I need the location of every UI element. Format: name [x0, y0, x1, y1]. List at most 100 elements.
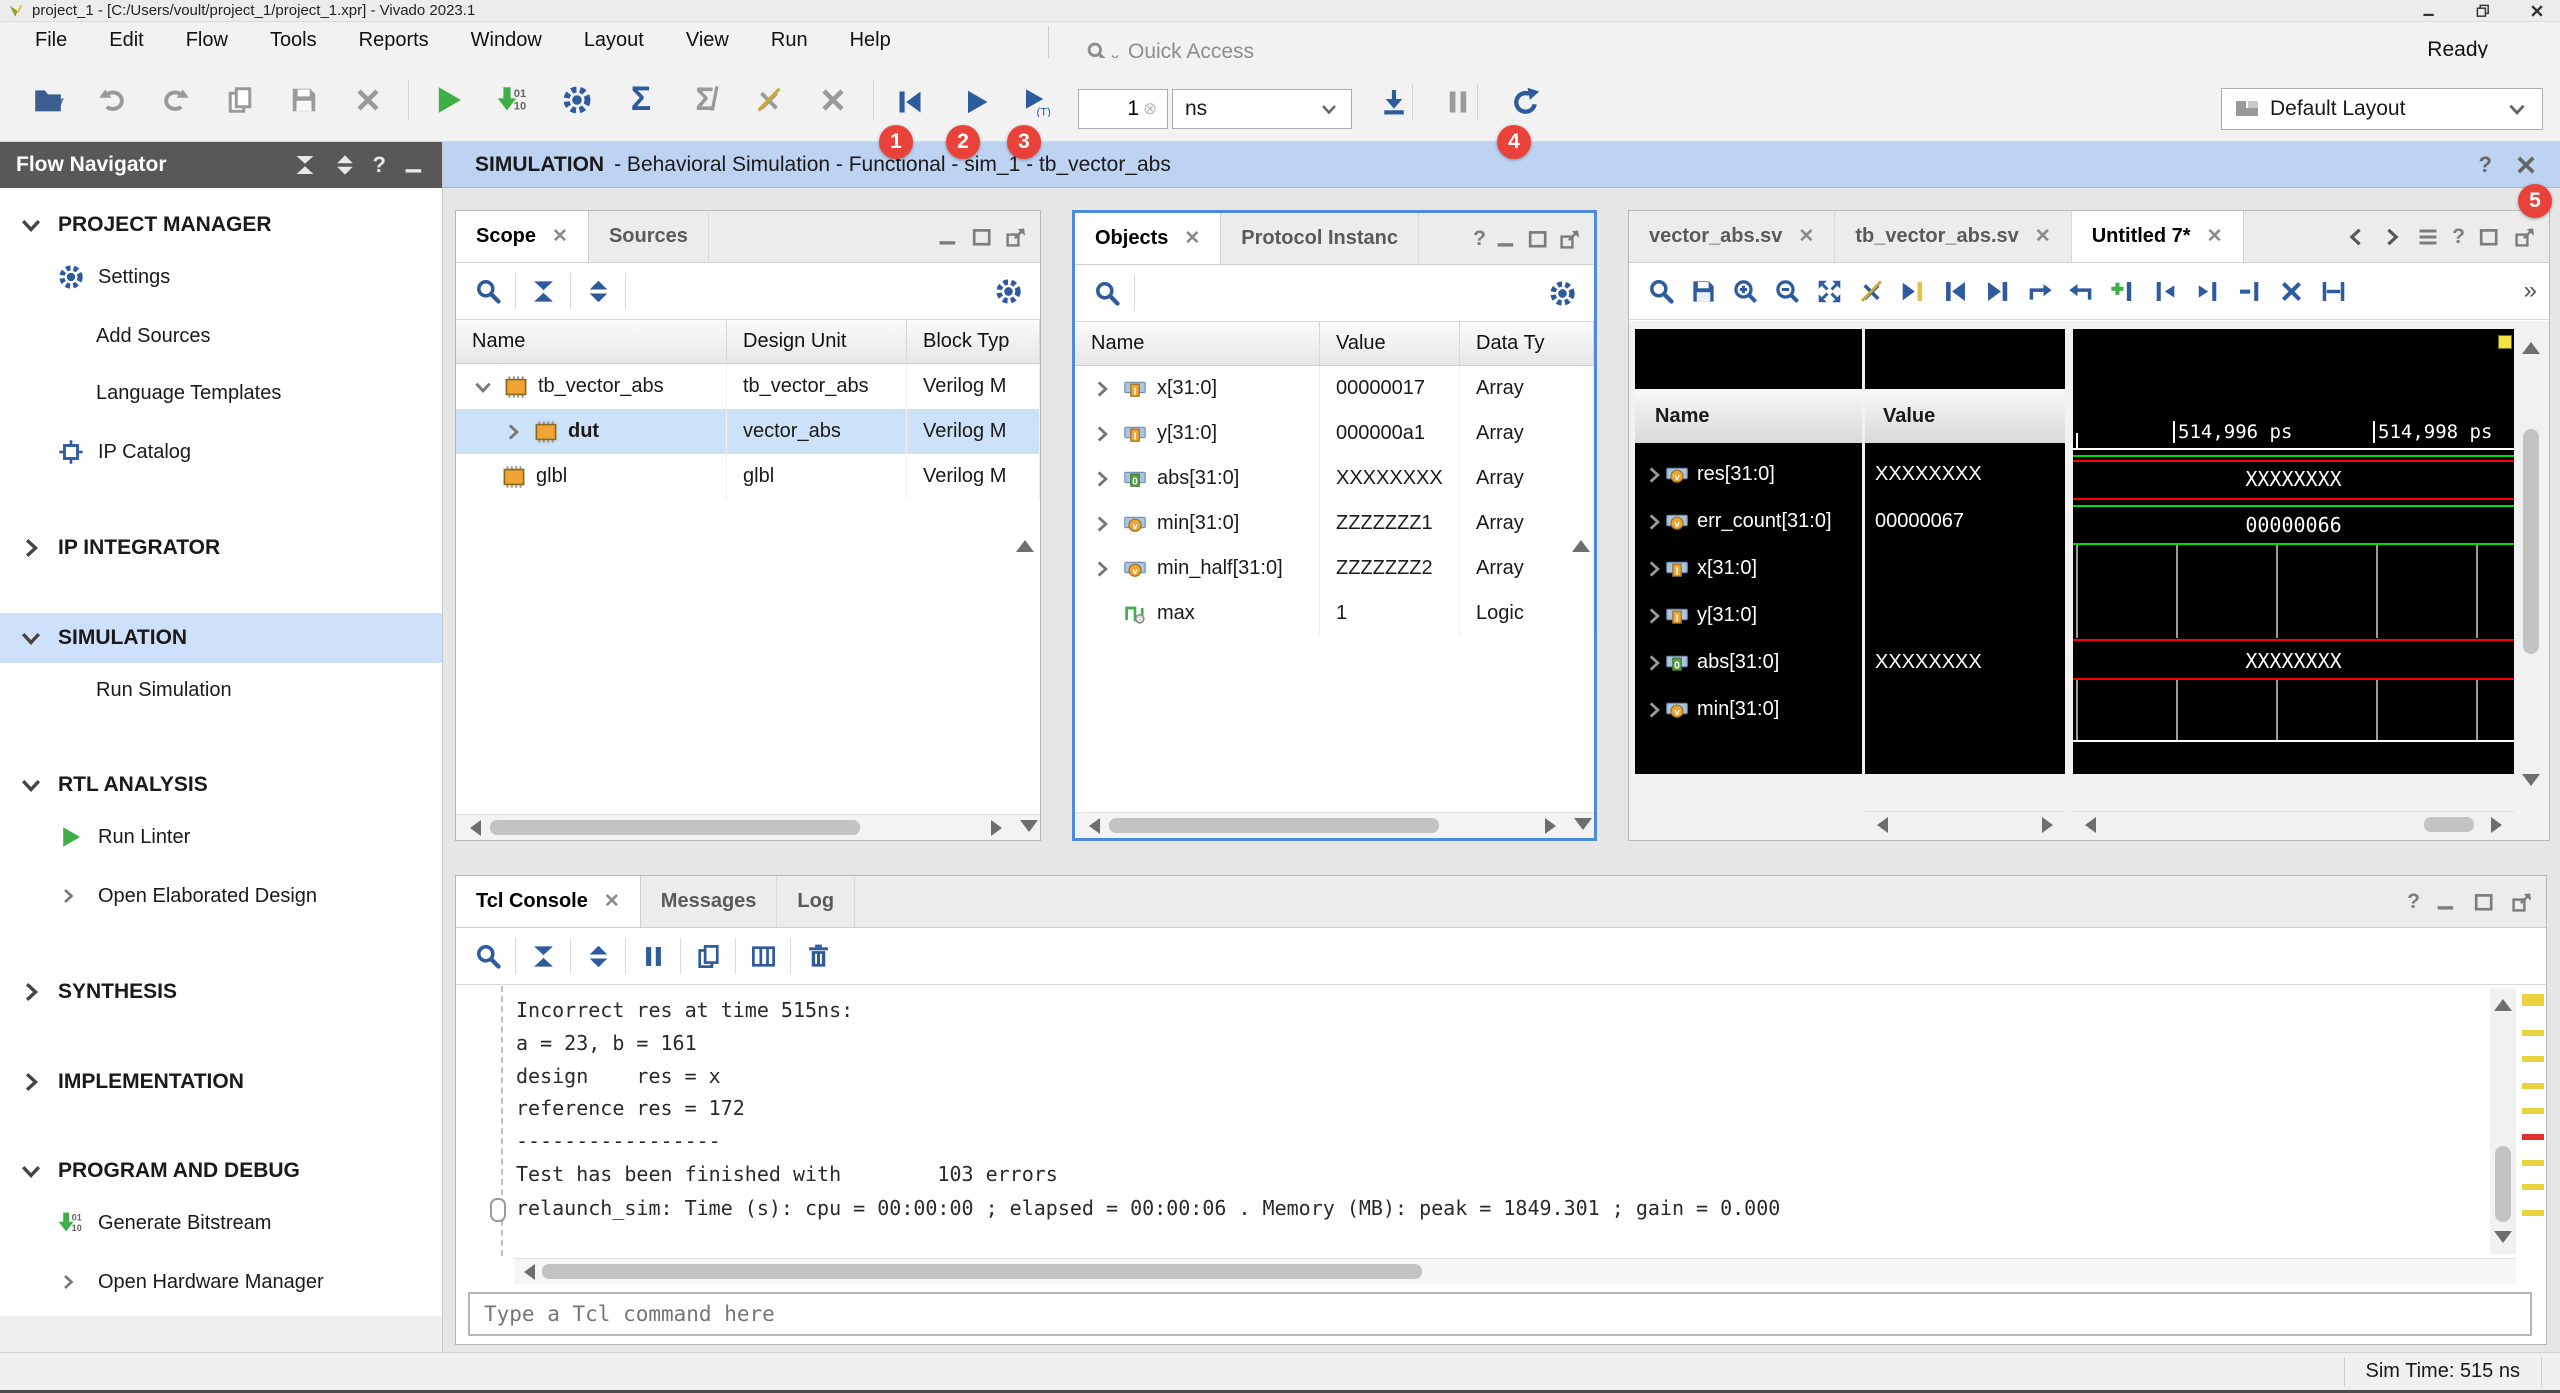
- float-icon[interactable]: [2513, 225, 2537, 249]
- expand-all-icon[interactable]: [578, 936, 618, 976]
- name-horizontal-scrollbar[interactable]: [1865, 811, 2065, 837]
- minimize-icon[interactable]: [936, 225, 960, 249]
- sim-step-button[interactable]: [1372, 80, 1416, 124]
- tab-objects[interactable]: Objects✕: [1075, 213, 1221, 264]
- sim-time-unit-select[interactable]: ns: [1172, 89, 1352, 129]
- word-wrap-icon[interactable]: [743, 936, 783, 976]
- wave-signal-row[interactable]: abs[31:0]XXXXXXXX: [1629, 639, 2061, 686]
- menu-view[interactable]: View: [665, 22, 750, 58]
- table-row[interactable]: abs[31:0] XXXXXXXXArray: [1075, 456, 1594, 501]
- collapse-all-icon[interactable]: [293, 153, 317, 177]
- collapse-all-icon[interactable]: [523, 936, 563, 976]
- sidebar-section-ip-integrator[interactable]: IP INTEGRATOR: [0, 525, 442, 571]
- maximize-icon[interactable]: [970, 225, 994, 249]
- sidebar-section-simulation[interactable]: SIMULATION: [0, 613, 442, 663]
- zoom-in-icon[interactable]: [1725, 271, 1765, 311]
- cancel-disabled-button[interactable]: [811, 78, 855, 122]
- generate-bitstream-button[interactable]: [491, 78, 535, 122]
- go-to-time-end-icon[interactable]: [1977, 271, 2017, 311]
- sidebar-item-open-elaborated-design[interactable]: Open Elaborated Design: [0, 873, 442, 919]
- tab-messages[interactable]: Messages: [641, 876, 778, 927]
- table-row[interactable]: glbl glbl Verilog M: [456, 454, 1040, 499]
- search-icon[interactable]: [468, 936, 508, 976]
- save-icon[interactable]: [1683, 271, 1723, 311]
- sum-disabled-button[interactable]: Σ̸: [683, 78, 727, 122]
- table-row[interactable]: y[31:0] 000000a1Array: [1075, 411, 1594, 456]
- window-restore-button[interactable]: [2466, 1, 2500, 21]
- sim-relaunch-button[interactable]: [1504, 80, 1548, 124]
- tab-sources[interactable]: Sources: [589, 211, 709, 262]
- tab-scope[interactable]: Scope✕: [456, 211, 589, 262]
- menu-burger-icon[interactable]: [2416, 225, 2440, 249]
- go-to-cursor-icon[interactable]: [1893, 271, 1933, 311]
- previous-transition-icon[interactable]: [2019, 271, 2059, 311]
- wave-signal-row[interactable]: min[31:0]: [1629, 686, 2061, 733]
- wave-signal-row[interactable]: err_count[31:0]00000067: [1629, 498, 2061, 545]
- menu-help[interactable]: Help: [829, 22, 912, 58]
- maximize-icon[interactable]: [2472, 890, 2496, 914]
- search-icon[interactable]: [1087, 273, 1127, 313]
- expand-all-icon[interactable]: [333, 153, 357, 177]
- tab-vector-abs-sv[interactable]: vector_abs.sv✕: [1629, 211, 1835, 262]
- tab-untitled-7[interactable]: Untitled 7*✕: [2072, 211, 2244, 262]
- menu-run[interactable]: Run: [750, 22, 829, 58]
- minimize-icon[interactable]: [2434, 890, 2458, 914]
- sidebar-item-run-linter[interactable]: Run Linter: [0, 814, 442, 860]
- search-icon[interactable]: [1641, 271, 1681, 311]
- close-icon[interactable]: ✕: [604, 890, 620, 913]
- redo-button[interactable]: [154, 78, 198, 122]
- open-project-button[interactable]: [26, 78, 70, 122]
- zoom-fit-icon[interactable]: [1809, 271, 1849, 311]
- table-row[interactable]: tb_vector_abs tb_vector_abs Verilog M: [456, 364, 1040, 409]
- sidebar-item-language-templates[interactable]: Language Templates: [0, 370, 442, 416]
- collapse-all-icon[interactable]: [523, 271, 563, 311]
- help-icon[interactable]: ?: [2452, 225, 2465, 249]
- next-transition-icon[interactable]: [2061, 271, 2101, 311]
- sim-restart-button[interactable]: [888, 80, 932, 124]
- sidebar-item-run-simulation[interactable]: Run Simulation: [0, 667, 442, 713]
- sim-run-all-button[interactable]: [955, 80, 999, 124]
- go-to-time-zero-icon[interactable]: [1935, 271, 1975, 311]
- previous-marker-icon[interactable]: [2145, 271, 2185, 311]
- layout-selector[interactable]: Default Layout: [2221, 88, 2543, 130]
- pencil-disabled-button[interactable]: [747, 78, 791, 122]
- plot-horizontal-scrollbar[interactable]: [2073, 811, 2514, 837]
- gear-icon[interactable]: [1542, 273, 1582, 313]
- remove-marker-icon[interactable]: [2229, 271, 2269, 311]
- window-close-button[interactable]: [2520, 1, 2554, 21]
- minimize-icon[interactable]: [1494, 227, 1518, 251]
- menu-window[interactable]: Window: [450, 22, 563, 58]
- horizontal-scrollbar[interactable]: [456, 814, 1040, 840]
- sim-pause-button[interactable]: [1436, 80, 1480, 124]
- sidebar-section-project-manager[interactable]: PROJECT MANAGER: [0, 202, 442, 248]
- sidebar-item-add-sources[interactable]: Add Sources: [0, 313, 442, 359]
- help-icon[interactable]: ?: [1473, 227, 1486, 251]
- wave-signal-row[interactable]: res[31:0]XXXXXXXX: [1629, 451, 2061, 498]
- maximize-icon[interactable]: [2477, 225, 2501, 249]
- sidebar-item-generate-bitstream[interactable]: Generate Bitstream: [0, 1200, 442, 1246]
- delete-icon[interactable]: [2271, 271, 2311, 311]
- close-icon[interactable]: ✕: [552, 225, 568, 248]
- console-output[interactable]: Incorrect res at time 515ns: a = 23, b =…: [456, 986, 2490, 1256]
- minimize-icon[interactable]: [402, 153, 426, 177]
- close-icon[interactable]: ✕: [2035, 225, 2051, 248]
- console-fold-handle[interactable]: [490, 1198, 506, 1222]
- float-icon[interactable]: [1558, 227, 1582, 251]
- nav-forward-icon[interactable]: [2380, 225, 2404, 249]
- delete-button[interactable]: [346, 78, 390, 122]
- wave-signal-row[interactable]: x[31:0]: [1629, 545, 2061, 592]
- menu-edit[interactable]: Edit: [88, 22, 164, 58]
- tab-tcl-console[interactable]: Tcl Console✕: [456, 876, 641, 927]
- table-row[interactable]: x[31:0] 00000017Array: [1075, 366, 1594, 411]
- menu-reports[interactable]: Reports: [338, 22, 450, 58]
- search-icon[interactable]: [468, 271, 508, 311]
- horizontal-scrollbar[interactable]: [1075, 812, 1594, 838]
- sidebar-item-ip-catalog[interactable]: IP Catalog: [0, 429, 442, 475]
- close-icon[interactable]: [2514, 153, 2538, 177]
- table-row[interactable]: min_half[31:0] ZZZZZZZ2Array: [1075, 546, 1594, 591]
- clear-input-icon[interactable]: ⊗: [1143, 99, 1157, 119]
- help-icon[interactable]: ?: [373, 152, 386, 178]
- sidebar-section-rtl-analysis[interactable]: RTL ANALYSIS: [0, 762, 442, 808]
- gear-icon[interactable]: [988, 271, 1028, 311]
- sim-run-for-time-button[interactable]: [1016, 80, 1060, 124]
